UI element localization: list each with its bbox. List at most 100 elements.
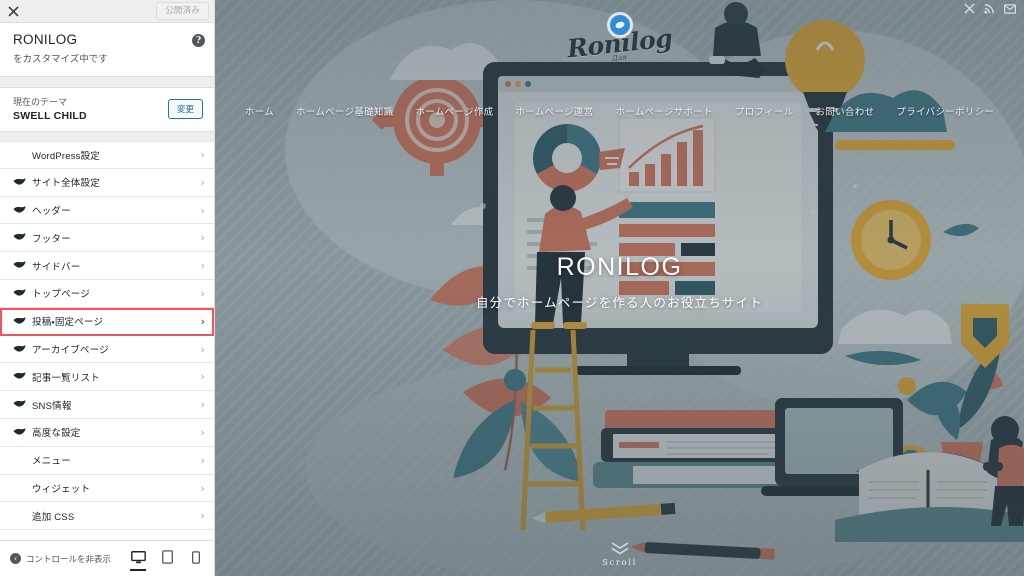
sidebar-item-7[interactable]: アーカイブページ › [0, 335, 214, 364]
scroll-indicator[interactable]: Scroll [215, 542, 1024, 568]
sidebar-item-8[interactable]: 記事一覧リスト › [0, 363, 214, 392]
customizer-sidebar: 公開済み RONILOG をカスタマイズ中です ? 現在のテーマ SWELL C… [0, 0, 215, 576]
sidebar-item-label: 記事一覧リスト [32, 372, 100, 384]
site-preview-frame[interactable]: Ronilog Для ホーム ホームページ基礎知識 ホームページ作成 ホームページ運… [215, 0, 1024, 576]
hide-controls-label: コントロールを非表示 [26, 553, 112, 564]
chevron-right-icon: › [200, 425, 205, 439]
site-title: RONILOG [13, 32, 78, 47]
customizer-footer: ‹ コントロールを非表示 [0, 540, 214, 576]
chevron-right-icon: › [200, 509, 205, 523]
sidebar-item-label: SNS情報 [32, 400, 72, 412]
desktop-icon[interactable] [128, 547, 148, 571]
chevron-right-icon: › [200, 286, 205, 300]
swell-bird-icon [13, 289, 26, 296]
sidebar-spacer-mid [0, 132, 214, 142]
change-theme-button[interactable]: 変更 [167, 99, 203, 120]
chevron-right-icon: › [200, 314, 205, 328]
sidebar-item-10[interactable]: 高度な設定 › [0, 419, 214, 447]
nav-item-2[interactable]: ホームページ作成 [416, 104, 494, 118]
nav-item-0[interactable]: ホーム [245, 104, 274, 118]
customizer-title-section: RONILOG をカスタマイズ中です ? [0, 23, 214, 77]
chevron-right-icon: › [200, 203, 205, 217]
chevron-right-icon: › [200, 370, 205, 384]
swell-bird-icon [13, 205, 26, 213]
sidebar-item-11[interactable]: メニュー › [0, 446, 214, 475]
sidebar-item-label: サイドバー [32, 261, 81, 273]
sidebar-spacer-top [0, 77, 214, 87]
swell-bird-icon [13, 316, 26, 324]
site-logo[interactable]: Ronilog Для [215, 12, 1024, 63]
swell-bird-icon [13, 261, 26, 268]
current-theme-panel: 現在のテーマ SWELL CHILD 変更 [0, 87, 214, 133]
swell-bird-icon [13, 177, 26, 185]
sidebar-item-label: アーカイブページ [32, 345, 109, 357]
nav-item-1[interactable]: ホームページ基礎知識 [296, 104, 394, 118]
logo-subtext: Для [611, 53, 628, 63]
sidebar-item-6[interactable]: 投稿・固定ページ › [0, 307, 214, 336]
chevron-right-icon: › [200, 398, 205, 412]
sidebar-item-label: 追加 CSS [32, 511, 75, 523]
sidebar-item-label: メニュー [32, 456, 71, 468]
customizer-menu: WordPress設定 › サイト全体設定 › ヘッダー › フッター › サイドバー › トップペ… [0, 141, 214, 540]
chevron-right-icon: › [200, 148, 205, 162]
close-icon[interactable] [0, 0, 26, 22]
chevron-right-icon: › [200, 175, 205, 189]
sidebar-item-label: トップページ [32, 289, 91, 301]
customizing-subtitle: をカスタマイズ中です [13, 54, 108, 65]
chevron-right-icon: › [200, 231, 205, 245]
sidebar-item-1[interactable]: サイト全体設定 › [0, 168, 214, 197]
sidebar-item-label: サイト全体設定 [32, 178, 100, 190]
chevron-right-icon: › [200, 481, 205, 495]
swell-bird-icon [13, 372, 26, 379]
chevron-right-icon: › [200, 259, 205, 273]
chevron-right-icon: › [200, 453, 205, 467]
sidebar-item-12[interactable]: ウィジェット › [0, 474, 214, 503]
collapse-icon: ‹ [10, 553, 21, 564]
scroll-label: Scroll [602, 558, 637, 568]
sidebar-item-5[interactable]: トップページ › [0, 280, 214, 308]
help-icon[interactable]: ? [192, 34, 205, 47]
tablet-icon[interactable] [157, 547, 177, 571]
mobile-icon[interactable] [186, 547, 206, 571]
sidebar-item-4[interactable]: サイドバー › [0, 252, 214, 281]
sidebar-item-label: 投稿・固定ページ [32, 317, 104, 329]
nav-item-4[interactable]: ホームページサポート [615, 104, 713, 118]
swell-bird-icon [13, 428, 26, 435]
publish-button[interactable]: 公開済み [156, 2, 209, 20]
swell-bird-icon [13, 344, 26, 352]
sidebar-item-label: ウィジェット [32, 484, 91, 495]
hero-copy: RONILOG 自分でホームページを作る人のお役立ちサイト [215, 253, 1024, 311]
sidebar-item-9[interactable]: SNS情報 › [0, 391, 214, 420]
current-theme-info: 現在のテーマ SWELL CHILD [13, 96, 87, 122]
sidebar-item-label: ヘッダー [32, 206, 71, 218]
sidebar-item-3[interactable]: フッター › [0, 224, 214, 253]
chevron-right-icon: › [200, 342, 205, 356]
customizer-app: 公開済み RONILOG をカスタマイズ中です ? 現在のテーマ SWELL C… [0, 0, 1024, 576]
blue-circle-badge-icon [606, 12, 633, 38]
swell-bird-icon [13, 400, 26, 407]
site-navigation: ホーム ホームページ基礎知識 ホームページ作成 ホームページ運営 ホームページサポート プ… [215, 104, 1024, 118]
sidebar-item-label: 高度な設定 [32, 428, 81, 440]
hero-tagline: 自分でホームページを作る人のお役立ちサイト [475, 296, 764, 310]
sidebar-item-2[interactable]: ヘッダー › [0, 196, 214, 225]
hero-title: RONILOG [556, 253, 683, 281]
sidebar-item-13[interactable]: 追加 CSS › [0, 502, 214, 531]
current-theme-label: 現在のテーマ [13, 97, 68, 107]
device-preview-switcher [128, 547, 206, 571]
nav-item-3[interactable]: ホームページ運営 [515, 104, 593, 118]
hero-section: Ronilog Для ホーム ホームページ基礎知識 ホームページ作成 ホームページ運… [215, 0, 1024, 576]
double-chevron-down-icon [611, 542, 628, 555]
hide-controls-button[interactable]: ‹ コントロールを非表示 [10, 553, 128, 565]
nav-item-7[interactable]: プライバシーポリシー [896, 104, 994, 118]
swell-bird-icon [13, 233, 26, 240]
nav-item-6[interactable]: お問い合わせ [816, 104, 875, 118]
sidebar-item-label: WordPress設定 [32, 150, 101, 162]
current-theme-name: SWELL CHILD [13, 110, 87, 123]
customizer-topbar: 公開済み [0, 0, 214, 23]
nav-item-5[interactable]: プロフィール [735, 104, 794, 118]
sidebar-item-0[interactable]: WordPress設定 › [0, 141, 214, 169]
